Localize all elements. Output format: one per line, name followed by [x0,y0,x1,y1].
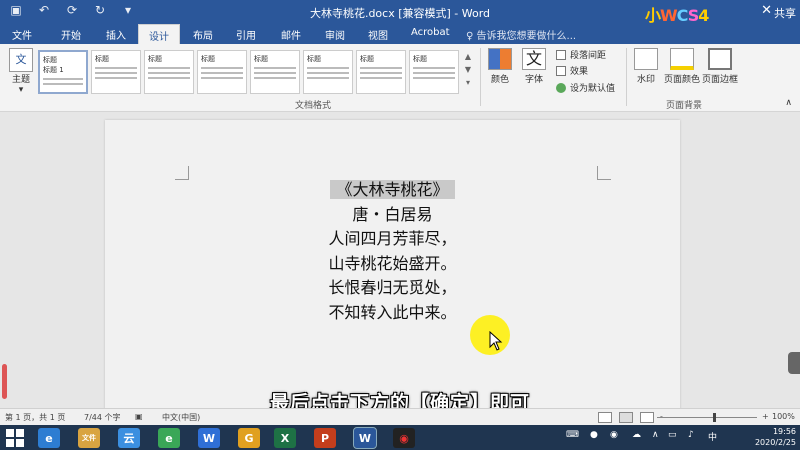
volume-icon[interactable]: ♪ [688,430,694,440]
style-set-gallery: 标题 标题 1 标题 标题 标题 标题 标题 标题 标题 [38,48,470,96]
zoom-in-button[interactable]: + [762,412,769,421]
group-label-doc-format: 文档格式 [295,101,332,111]
tab-mailings[interactable]: 邮件 [281,27,301,42]
language-indicator[interactable]: 中文(中国) [162,412,200,423]
page-borders-button[interactable]: 页面边框 [702,48,738,85]
themes-icon: 文 [9,48,33,72]
page-color-button[interactable]: 页面颜色 [664,48,700,85]
zoom-slider-thumb[interactable] [713,413,716,422]
ime-indicator[interactable]: 中 [708,430,717,443]
style-set-thumb[interactable]: 标题 标题 1 [38,50,88,94]
poem-line[interactable]: 人间四月芳菲尽， [105,227,680,252]
effects-button[interactable]: 效果 [556,64,588,77]
style-set-thumb[interactable]: 标题 [197,50,247,94]
cloud-icon[interactable]: ☁ [632,430,641,440]
effects-icon [556,65,566,76]
set-default-button[interactable]: 设为默认值 [556,81,615,94]
tab-review[interactable]: 审阅 [325,27,345,42]
share-button[interactable]: 共享 [774,5,796,21]
colors-icon [488,48,512,70]
document-area: 《大林寺桃花》 唐・白居易 人间四月芳菲尽， 山寺桃花始盛开。 长恨春归无觅处，… [0,113,800,410]
mouse-pointer-icon [489,331,503,351]
ie-icon[interactable]: e [38,428,60,448]
collapse-ribbon-icon[interactable]: ∧ [785,98,792,108]
paragraph-spacing-icon [556,49,566,60]
paragraph-spacing-button[interactable]: 段落间距 [556,48,606,61]
style-set-thumb[interactable]: 标题 [91,50,141,94]
windows-start-icon[interactable] [6,429,24,447]
taskbar: e 文件 云 e W G X P W ◉ ⌨ ● ◉ ☁ ∧ ▭ ♪ 中 19:… [0,425,800,450]
group-label-page-bg: 页面背景 [666,101,703,111]
document-page[interactable]: 《大林寺桃花》 唐・白居易 人间四月芳菲尽， 山寺桃花始盛开。 长恨春归无觅处，… [105,120,680,410]
edge-browser-icon[interactable]: e [158,428,180,448]
ribbon-tabs: 文件 开始 插入 设计 布局 引用 邮件 审阅 视图 Acrobat ♀ 告诉我… [0,24,800,44]
word-count[interactable]: 7/44 个字 [84,412,121,423]
fonts-icon: 文 [522,48,546,70]
tab-design[interactable]: 设计 [138,24,180,44]
tray-app-icon[interactable]: ● [590,430,598,440]
zoom-slider[interactable] [657,417,757,418]
tab-acrobat[interactable]: Acrobat [411,27,450,38]
word-window: ▣ ↶ ⟳ ↻ ▾ 大林寺桃花.docx [兼容模式] - Word 小WCS4… [0,0,800,450]
watermark-button[interactable]: 水印 [630,48,662,85]
poem-line[interactable]: 不知转入此中来。 [105,301,680,326]
style-set-thumb[interactable]: 标题 [250,50,300,94]
tell-me-search[interactable]: ♀ 告诉我您想要做什么... [466,27,576,42]
page-count[interactable]: 第 1 页，共 1 页 [5,412,65,423]
poem-author[interactable]: 唐・白居易 [105,203,680,228]
poem-title[interactable]: 《大林寺桃花》 [330,180,455,199]
colors-button[interactable]: 颜色 [484,48,516,85]
cloud-app-icon[interactable]: 云 [118,428,140,448]
file-explorer-icon[interactable]: 文件 [78,428,100,448]
chevron-down-icon: ▾ [18,85,24,95]
style-set-thumb[interactable]: 标题 [144,50,194,94]
style-set-thumb[interactable]: 标题 [356,50,406,94]
style-set-thumb[interactable]: 标题 [409,50,459,94]
close-icon[interactable]: ✕ [761,3,772,18]
tab-view[interactable]: 视图 [368,27,388,42]
tab-references[interactable]: 引用 [236,27,256,42]
word-icon[interactable]: W [353,427,377,449]
keyboard-icon[interactable]: ⌨ [566,430,579,440]
chevron-up-icon[interactable]: ∧ [652,430,659,440]
poem-line[interactable]: 长恨春归无觅处， [105,276,680,301]
screen-recorder-icon[interactable]: ◉ [393,428,415,448]
web-layout-icon[interactable] [640,412,654,423]
tab-home[interactable]: 开始 [61,27,81,42]
watermark-icon [634,48,658,70]
tab-layout[interactable]: 布局 [193,27,213,42]
zoom-level[interactable]: 100% [772,412,795,421]
tab-file[interactable]: 文件 [12,27,32,42]
wps-icon[interactable]: W [198,428,220,448]
gallery-scroll[interactable]: ▲ ▼ ▾ [462,50,474,90]
divider [480,48,481,106]
excel-icon[interactable]: X [274,428,296,448]
read-mode-icon[interactable] [598,412,612,423]
status-bar: 第 1 页，共 1 页 7/44 个字 ▣ 中文(中国) - + 100% [0,408,800,425]
qq-icon[interactable]: ◉ [610,430,618,440]
poem-line[interactable]: 山寺桃花始盛开。 [105,252,680,277]
page-color-icon [670,48,694,70]
fonts-button[interactable]: 文 字体 [518,48,550,85]
tab-insert[interactable]: 插入 [106,27,126,42]
poem-text[interactable]: 《大林寺桃花》 唐・白居易 人间四月芳菲尽， 山寺桃花始盛开。 长恨春归无觅处，… [105,178,680,325]
style-set-thumb[interactable]: 标题 [303,50,353,94]
title-bar: ▣ ↶ ⟳ ↻ ▾ 大林寺桃花.docx [兼容模式] - Word 小WCS4… [0,0,800,25]
check-icon [556,82,566,93]
system-clock[interactable]: 19:56 2020/2/25 [755,426,796,448]
proofing-icon[interactable]: ▣ [135,412,143,421]
lightbulb-icon: ♀ [466,31,474,42]
ribbon-design: 文 主题 ▾ 标题 标题 1 标题 标题 标题 标题 标题 标题 标题 ▲ ▼ … [0,44,800,112]
powerpoint-icon[interactable]: P [314,428,336,448]
page-borders-icon [708,48,732,70]
print-layout-icon[interactable] [619,412,633,423]
scrollbar-handle[interactable] [788,352,800,374]
brand-logo: 小WCS4 [645,6,709,25]
themes-button[interactable]: 文 主题 ▾ [6,48,36,95]
chrome-icon[interactable]: G [238,428,260,448]
network-icon[interactable]: ▭ [668,430,677,440]
divider [626,48,627,106]
